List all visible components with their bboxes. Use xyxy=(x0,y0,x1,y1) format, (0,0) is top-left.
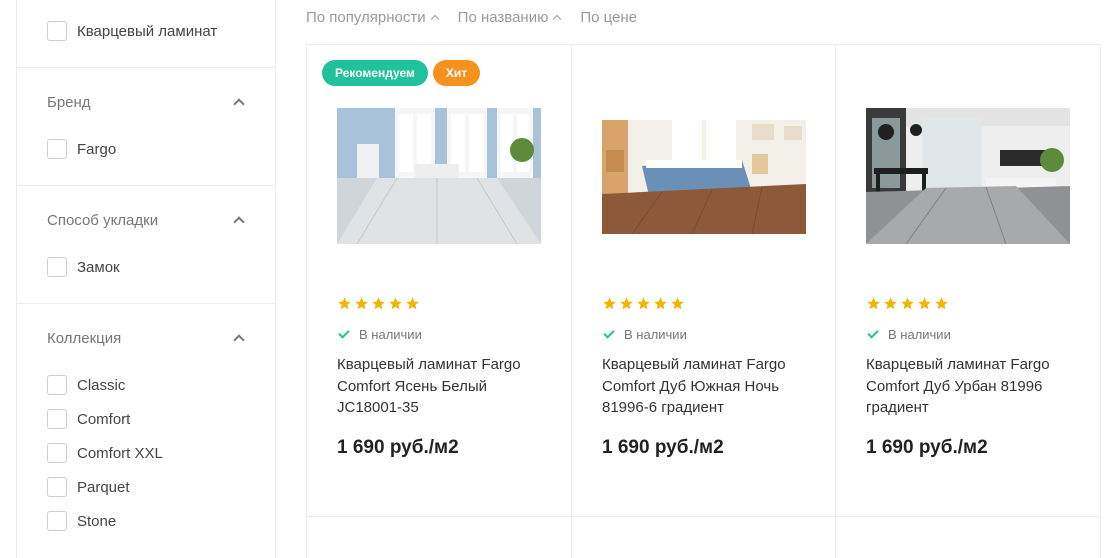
filter-option-comfort-xxl[interactable]: Comfort XXL xyxy=(47,442,245,464)
filter-option-parquet[interactable]: Parquet xyxy=(47,476,245,498)
filter-title: Бренд xyxy=(47,93,91,111)
filter-option-label: Stone xyxy=(77,512,117,530)
filter-group-type: Кварцевый ламинат xyxy=(17,0,275,68)
product-card-placeholder xyxy=(836,517,1101,558)
product-image[interactable] xyxy=(337,108,541,244)
chevron-up-icon[interactable] xyxy=(233,216,245,228)
star-icon xyxy=(671,297,684,310)
product-card-placeholder xyxy=(307,517,572,558)
badges: Рекомендуем Хит xyxy=(322,60,481,86)
sort-bar: По популярности По названию По цене xyxy=(306,6,637,28)
sort-label: По названию xyxy=(457,8,549,26)
product-name-link[interactable]: Кварцевый ламинат Fargo Comfort Ясень Бе… xyxy=(337,354,547,419)
sort-label: По популярности xyxy=(306,8,426,26)
stock-text: В наличии xyxy=(624,327,687,342)
product-card[interactable]: В наличии Кварцевый ламинат Fargo Comfor… xyxy=(836,45,1101,517)
rating-stars xyxy=(602,296,685,311)
filter-sidebar: Кварцевый ламинат Бренд Fargo Способ укл… xyxy=(16,0,276,558)
rating-stars xyxy=(337,296,420,311)
product-price: 1 690 руб./м2 xyxy=(337,437,459,458)
filter-option-label: Comfort XXL xyxy=(77,444,163,462)
sort-by-popularity[interactable]: По популярности xyxy=(306,8,439,26)
product-grid: Рекомендуем Хит В наличии Кварцевый лами… xyxy=(306,44,1101,558)
product-price: 1 690 руб./м2 xyxy=(866,437,988,458)
check-icon xyxy=(338,327,350,339)
filter-option-label: Comfort xyxy=(77,410,131,428)
filter-title: Способ укладки xyxy=(47,211,159,229)
filter-option-label: Classic xyxy=(77,376,126,394)
stock-text: В наличии xyxy=(888,327,951,342)
product-card-placeholder xyxy=(572,517,836,558)
star-icon xyxy=(935,297,948,310)
stock-text: В наличии xyxy=(359,327,422,342)
star-icon xyxy=(406,297,419,310)
filter-group-laying-method: Способ укладки Замок xyxy=(17,186,275,304)
sort-by-price[interactable]: По цене xyxy=(580,9,637,26)
product-price: 1 690 руб./м2 xyxy=(602,437,724,458)
star-icon xyxy=(338,297,351,310)
sort-label: По цене xyxy=(580,8,638,26)
check-icon xyxy=(603,327,615,339)
star-icon xyxy=(603,297,616,310)
chevron-up-icon[interactable] xyxy=(233,334,245,346)
star-icon xyxy=(901,297,914,310)
filter-header-laying-method[interactable]: Способ укладки xyxy=(47,210,245,230)
filter-option-comfort[interactable]: Comfort xyxy=(47,408,245,430)
rating-stars xyxy=(866,296,949,311)
star-icon xyxy=(884,297,897,310)
filter-option-stone[interactable]: Stone xyxy=(47,510,245,532)
checkbox[interactable] xyxy=(47,257,67,277)
filter-option-label: Fargo xyxy=(77,140,117,158)
sort-by-name[interactable]: По названию xyxy=(457,8,562,26)
filter-option-fargo[interactable]: Fargo xyxy=(47,138,245,160)
star-icon xyxy=(637,297,650,310)
badge-recommended: Рекомендуем xyxy=(322,60,428,86)
filter-header-brand[interactable]: Бренд xyxy=(47,92,245,112)
caret-up-icon xyxy=(553,14,562,23)
check-icon xyxy=(867,327,879,339)
chevron-up-icon[interactable] xyxy=(233,98,245,110)
badge-hit: Хит xyxy=(432,60,481,86)
star-icon xyxy=(372,297,385,310)
stock-status: В наличии xyxy=(337,327,422,342)
star-icon xyxy=(654,297,667,310)
filter-group-brand: Бренд Fargo xyxy=(17,68,275,186)
filter-option-label: Замок xyxy=(77,258,120,276)
star-icon xyxy=(918,297,931,310)
product-name-link[interactable]: Кварцевый ламинат Fargo Comfort Дуб Урба… xyxy=(866,354,1076,419)
catalog-page: Кварцевый ламинат Бренд Fargo Способ укл… xyxy=(0,0,1116,558)
star-icon xyxy=(620,297,633,310)
stock-status: В наличии xyxy=(866,327,951,342)
checkbox[interactable] xyxy=(47,443,67,463)
checkbox[interactable] xyxy=(47,477,67,497)
filter-option-classic[interactable]: Classic xyxy=(47,374,245,396)
checkbox[interactable] xyxy=(47,21,67,41)
filter-option-quartz-laminate[interactable]: Кварцевый ламинат xyxy=(47,20,245,42)
star-icon xyxy=(867,297,880,310)
checkbox[interactable] xyxy=(47,375,67,395)
star-icon xyxy=(389,297,402,310)
filter-option-lock[interactable]: Замок xyxy=(47,256,245,278)
stock-status: В наличии xyxy=(602,327,687,342)
filter-option-label: Кварцевый ламинат xyxy=(77,22,218,40)
product-image[interactable] xyxy=(866,108,1070,244)
filter-option-label: Parquet xyxy=(77,478,130,496)
product-card[interactable]: Рекомендуем Хит В наличии Кварцевый лами… xyxy=(307,45,572,517)
product-name-link[interactable]: Кварцевый ламинат Fargo Comfort Дуб Южна… xyxy=(602,354,812,419)
product-image[interactable] xyxy=(602,120,806,234)
checkbox[interactable] xyxy=(47,511,67,531)
caret-up-icon xyxy=(430,14,439,23)
filter-group-collection: Коллекция Classic Comfort Comfort XXL Pa… xyxy=(17,304,275,558)
filter-header-collection[interactable]: Коллекция xyxy=(47,328,245,348)
checkbox[interactable] xyxy=(47,409,67,429)
star-icon xyxy=(355,297,368,310)
filter-title: Коллекция xyxy=(47,329,122,347)
checkbox[interactable] xyxy=(47,139,67,159)
product-card[interactable]: В наличии Кварцевый ламинат Fargo Comfor… xyxy=(572,45,836,517)
